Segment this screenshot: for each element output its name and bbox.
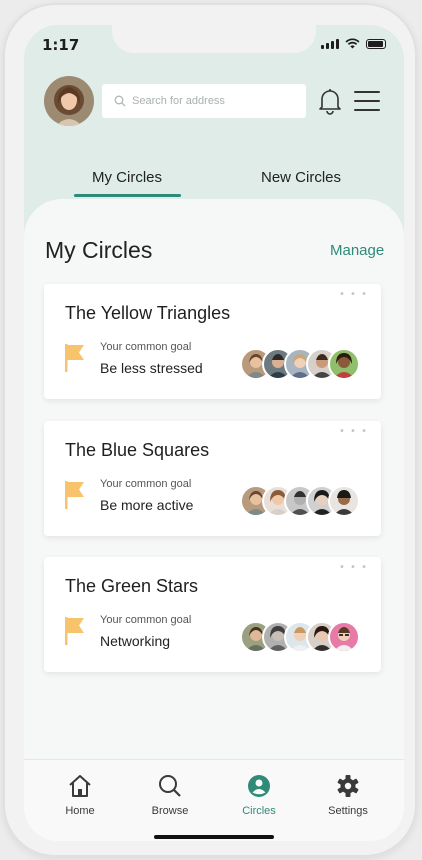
flag-icon xyxy=(65,617,84,645)
nav-circles[interactable]: Circles xyxy=(224,774,294,817)
member-avatar xyxy=(328,621,360,653)
goal-caption: Your common goal xyxy=(100,614,192,626)
bell-icon[interactable] xyxy=(318,87,342,115)
status-time: 1:17 xyxy=(42,36,80,54)
nav-home-label: Home xyxy=(65,805,95,817)
nav-home[interactable]: Home xyxy=(45,774,115,817)
tab-my-circles[interactable]: My Circles xyxy=(92,169,162,186)
circle-card[interactable]: • • • The Green Stars Your common goal N… xyxy=(44,557,381,672)
search-input[interactable] xyxy=(132,95,292,107)
nav-browse-label: Browse xyxy=(151,805,189,817)
nav-browse[interactable]: Browse xyxy=(135,774,205,817)
manage-link[interactable]: Manage xyxy=(330,242,384,259)
phone-screen: 1:17 Search for address My Circles New C… xyxy=(24,25,404,841)
circle-card[interactable]: • • • The Blue Squares Your common goal … xyxy=(44,421,381,536)
gear-icon xyxy=(337,775,359,797)
more-options-icon[interactable]: • • • xyxy=(339,563,368,573)
goal-value: Networking xyxy=(100,633,171,649)
member-avatar xyxy=(328,348,360,380)
menu-icon[interactable] xyxy=(354,91,380,118)
wifi-icon xyxy=(345,38,360,49)
more-options-icon[interactable]: • • • xyxy=(339,427,368,437)
search-icon xyxy=(114,95,126,107)
notch xyxy=(112,25,316,53)
battery-icon xyxy=(366,38,386,49)
avatar[interactable] xyxy=(44,76,94,126)
flag-icon xyxy=(65,344,84,372)
circle-card[interactable]: • • • The Yellow Triangles Your common g… xyxy=(44,284,381,399)
nav-settings-label: Settings xyxy=(328,805,368,817)
member-avatar xyxy=(328,485,360,517)
page-title: My Circles xyxy=(45,237,153,263)
circle-tabs: My Circles New Circles xyxy=(24,161,404,201)
goal-caption: Your common goal xyxy=(100,478,192,490)
circle-title: The Green Stars xyxy=(65,576,199,596)
goal-value: Be less stressed xyxy=(100,360,203,376)
search-bar[interactable] xyxy=(102,84,306,118)
nav-settings[interactable]: Settings xyxy=(313,774,383,817)
bottom-nav: Home Browse Circles Settings xyxy=(24,759,404,841)
circle-title: The Blue Squares xyxy=(65,440,210,460)
status-icons xyxy=(321,38,386,49)
circle-title: The Yellow Triangles xyxy=(65,303,231,323)
goal-caption: Your common goal xyxy=(100,341,192,353)
circles-icon xyxy=(248,775,270,797)
more-options-icon[interactable]: • • • xyxy=(339,290,368,300)
home-icon xyxy=(69,775,91,797)
nav-circles-label: Circles xyxy=(242,805,276,817)
signal-icon xyxy=(321,38,339,49)
search-icon xyxy=(159,775,181,797)
active-tab-indicator xyxy=(74,194,181,197)
phone-frame: 1:17 Search for address My Circles New C… xyxy=(3,3,417,857)
goal-value: Be more active xyxy=(100,497,194,513)
flag-icon xyxy=(65,481,84,509)
home-indicator xyxy=(154,835,274,839)
tab-new-circles[interactable]: New Circles xyxy=(261,169,341,186)
